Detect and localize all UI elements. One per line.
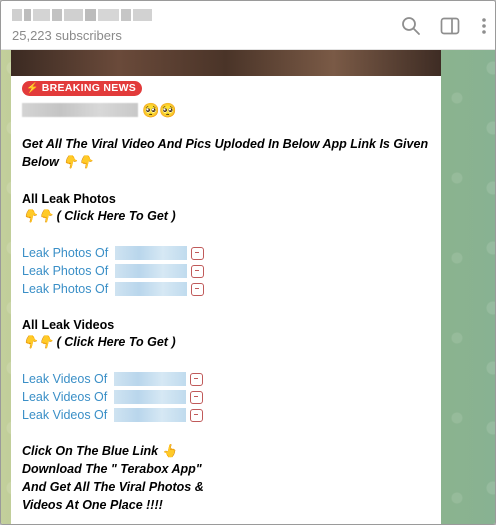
photo-link-2[interactable]: Leak Photos Of bbox=[22, 262, 204, 280]
post-subject-row: 🥺🥺 bbox=[22, 102, 177, 118]
photo-link-redacted bbox=[114, 264, 187, 278]
photo-link-3[interactable]: Leak Photos Of bbox=[22, 280, 204, 298]
photo-link-1[interactable]: Leak Photos Of bbox=[22, 244, 204, 262]
videos-heading: All Leak Videos bbox=[22, 318, 115, 332]
external-link-icon bbox=[190, 282, 204, 296]
telegram-window: 25,223 subscribers ⚡ BREAKING NEWS 🥺🥺 Ge… bbox=[0, 0, 496, 525]
video-link-redacted bbox=[113, 372, 186, 386]
video-link-text[interactable]: Leak Videos Of bbox=[22, 372, 111, 386]
external-link-icon bbox=[190, 264, 204, 278]
video-link-text[interactable]: Leak Videos Of bbox=[22, 390, 111, 404]
external-link-icon bbox=[189, 408, 203, 422]
search-icon[interactable] bbox=[400, 15, 422, 37]
external-link-icon bbox=[189, 390, 203, 404]
video-link-redacted bbox=[113, 408, 186, 422]
post-media-thumbnail[interactable] bbox=[11, 50, 441, 76]
cta-line-4: Videos At One Place !!!! bbox=[22, 498, 163, 512]
external-link-icon bbox=[190, 246, 204, 260]
cta-line-1: Click On The Blue Link 👆 bbox=[22, 444, 178, 458]
photo-link-text[interactable]: Leak Photos Of bbox=[22, 264, 112, 278]
video-link-text[interactable]: Leak Videos Of bbox=[22, 408, 111, 422]
channel-post[interactable]: ⚡ BREAKING NEWS 🥺🥺 Get All The Viral Vid… bbox=[11, 50, 441, 524]
videos-hint: 👇👇 ( Click Here To Get ) bbox=[22, 335, 176, 349]
photo-link-text[interactable]: Leak Photos Of bbox=[22, 282, 112, 296]
photos-hint: 👇👇 ( Click Here To Get ) bbox=[22, 209, 176, 223]
breaking-news-badge: ⚡ BREAKING NEWS bbox=[22, 81, 143, 96]
video-link-1[interactable]: Leak Videos Of bbox=[22, 370, 203, 388]
intro-line-1: Get All The Viral Video And Pics Uploded… bbox=[22, 137, 429, 151]
external-link-icon bbox=[189, 372, 203, 386]
photo-link-redacted bbox=[114, 246, 187, 260]
lightning-icon: ⚡ bbox=[26, 83, 39, 94]
video-link-2[interactable]: Leak Videos Of bbox=[22, 388, 203, 406]
more-vertical-icon[interactable] bbox=[473, 15, 495, 37]
cta-line-2: Download The " Terabox App" bbox=[22, 462, 202, 476]
intro-line-2: Below 👇👇 bbox=[22, 155, 94, 169]
pleading-face-emoji: 🥺🥺 bbox=[142, 102, 177, 118]
subscriber-count: 25,223 subscribers bbox=[12, 28, 122, 43]
cta-line-3: And Get All The Viral Photos & bbox=[22, 480, 204, 494]
sidebar-toggle-icon[interactable] bbox=[439, 15, 461, 37]
channel-title-redacted bbox=[12, 9, 152, 21]
badge-label: BREAKING NEWS bbox=[41, 82, 137, 94]
channel-header[interactable]: 25,223 subscribers bbox=[1, 1, 495, 50]
video-link-3[interactable]: Leak Videos Of bbox=[22, 406, 203, 424]
photo-link-text[interactable]: Leak Photos Of bbox=[22, 246, 112, 260]
photos-heading: All Leak Photos bbox=[22, 192, 116, 206]
video-link-redacted bbox=[113, 390, 186, 404]
photo-link-redacted bbox=[114, 282, 187, 296]
subject-name-redacted bbox=[22, 103, 138, 117]
